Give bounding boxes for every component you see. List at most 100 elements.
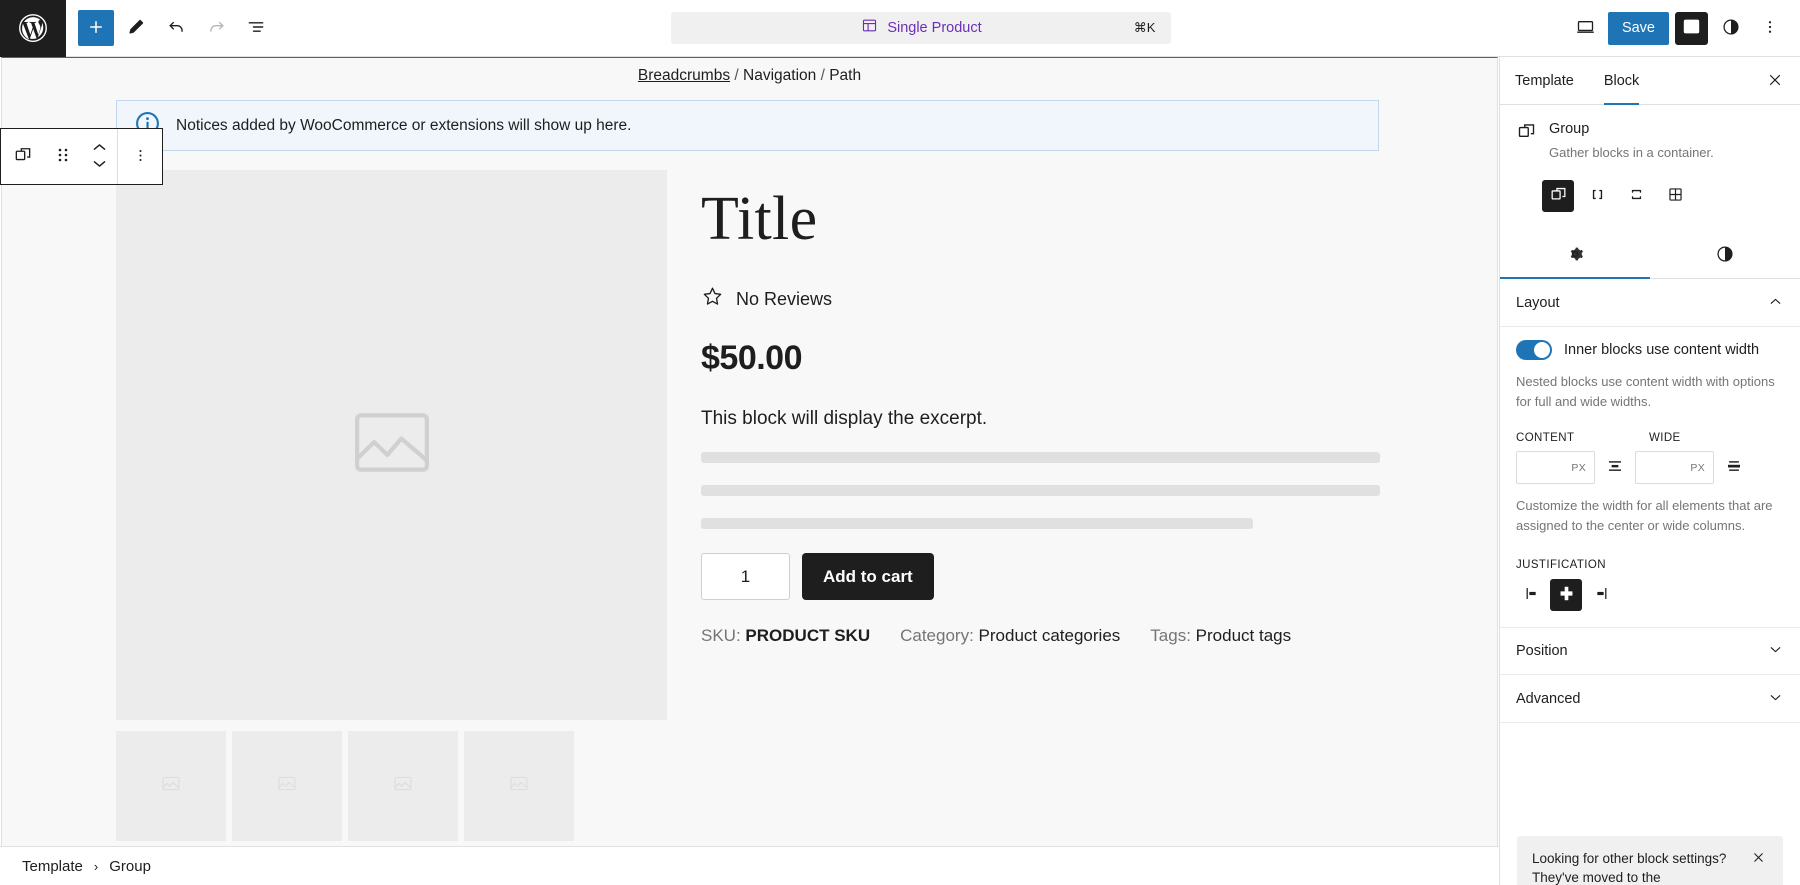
layout-panel-title: Layout <box>1516 294 1560 311</box>
tip-text: Looking for other block settings? They'v… <box>1532 850 1727 885</box>
block-card-title: Group <box>1549 121 1590 137</box>
settings-subtab[interactable] <box>1500 233 1650 280</box>
chevron-down-icon <box>1767 689 1784 709</box>
product-gallery <box>116 170 667 841</box>
device-preview-button[interactable] <box>1569 12 1602 45</box>
desktop-icon <box>1575 16 1596 40</box>
product-thumbnail[interactable] <box>116 731 226 841</box>
quantity-input[interactable] <box>701 553 790 601</box>
content-width-align-button[interactable] <box>1602 453 1628 483</box>
save-button[interactable]: Save <box>1607 11 1669 45</box>
breadcrumbs-block[interactable]: Breadcrumbs / Navigation / Path <box>2 67 1497 85</box>
breadcrumb-link[interactable]: Breadcrumbs <box>638 67 730 84</box>
justify-center-button[interactable] <box>1550 579 1582 612</box>
block-toolbar <box>0 128 163 185</box>
row-layout-icon <box>1588 185 1607 207</box>
variation-group-button[interactable] <box>1542 180 1574 213</box>
product-thumbnail[interactable] <box>348 731 458 841</box>
justify-left-button[interactable] <box>1516 579 1548 611</box>
tab-block[interactable]: Block <box>1589 57 1654 105</box>
styles-contrast-icon <box>1715 244 1735 267</box>
category-value: Product categories <box>978 626 1121 646</box>
settings-sidebar-toggle[interactable] <box>1675 11 1708 45</box>
breadcrumb-item-navigation[interactable]: Navigation <box>743 67 816 84</box>
product-meta: SKU: PRODUCT SKU Category: Product categ… <box>701 626 1386 646</box>
product-main-image[interactable] <box>116 170 667 720</box>
add-block-button[interactable] <box>78 10 114 46</box>
product-excerpt[interactable]: This block will display the excerpt. <box>701 408 1386 430</box>
breadcrumb-template[interactable]: Template <box>22 858 83 875</box>
product-thumbnail[interactable] <box>464 731 574 841</box>
star-outline-icon <box>701 285 724 313</box>
more-options-button[interactable] <box>1753 12 1786 45</box>
product-tags: Tags: Product tags <box>1150 626 1291 646</box>
product-thumbnail[interactable] <box>232 731 342 841</box>
chevron-down-icon <box>1767 641 1784 661</box>
editor-canvas: Breadcrumbs / Navigation / Path Notices … <box>0 57 1499 885</box>
add-to-cart-button[interactable]: Add to cart <box>802 553 934 601</box>
inner-blocks-toggle-label: Inner blocks use content width <box>1564 342 1760 359</box>
product-sku: SKU: PRODUCT SKU <box>701 626 870 646</box>
product-thumbnails <box>116 731 667 841</box>
styles-button[interactable] <box>1714 12 1747 45</box>
move-down-button[interactable] <box>91 157 108 172</box>
drag-handle-button[interactable] <box>45 129 81 184</box>
wordpress-logo-button[interactable] <box>0 0 66 57</box>
tab-template[interactable]: Template <box>1500 57 1589 104</box>
sidebar-panel-icon <box>1681 16 1702 40</box>
product-title[interactable]: Title <box>701 186 1386 252</box>
dismiss-tip-button[interactable] <box>1748 849 1768 869</box>
product-rating[interactable]: No Reviews <box>701 285 1386 313</box>
wide-width-align-button[interactable] <box>1721 453 1747 483</box>
inner-blocks-toggle[interactable] <box>1516 340 1552 361</box>
breadcrumb-group[interactable]: Group <box>109 858 151 875</box>
breadcrumb-separator: / <box>820 67 825 84</box>
content-width-input[interactable]: PX <box>1516 451 1595 485</box>
breadcrumb-item-path[interactable]: Path <box>829 67 861 84</box>
editor-top-bar: Single Product ⌘K Save <box>0 0 1800 57</box>
group-block-icon <box>1516 121 1537 162</box>
top-bar-left-tools <box>66 10 274 46</box>
sku-label: SKU: <box>701 626 741 646</box>
three-dots-vertical-icon <box>132 147 149 167</box>
layout-panel-body: Inner blocks use content width Nested bl… <box>1500 327 1800 627</box>
layout-panel-header[interactable]: Layout <box>1500 279 1800 328</box>
document-breadcrumb-bar: Template › Group <box>0 846 1499 885</box>
product-price[interactable]: $50.00 <box>701 339 1386 378</box>
image-placeholder-icon <box>508 773 530 799</box>
block-options-button[interactable] <box>118 129 162 184</box>
undo-button[interactable] <box>158 10 194 46</box>
justify-right-button[interactable] <box>1584 579 1616 611</box>
breadcrumb-separator: / <box>734 67 739 84</box>
align-wide-icon <box>1725 457 1743 478</box>
wordpress-logo-icon <box>18 13 48 43</box>
content-width-unit: PX <box>1571 461 1586 474</box>
redo-arrow-icon <box>207 17 226 39</box>
edit-mode-button[interactable] <box>118 10 154 46</box>
pencil-icon <box>127 17 146 39</box>
styles-subtab[interactable] <box>1650 233 1800 278</box>
add-to-cart-form: Add to cart <box>701 553 1386 601</box>
store-notices-block[interactable]: Notices added by WooCommerce or extensio… <box>116 100 1379 151</box>
close-x-icon <box>1751 850 1766 868</box>
stack-layout-icon <box>1627 185 1646 207</box>
variation-grid-button[interactable] <box>1659 180 1691 212</box>
block-card: Group Gather blocks in a container. <box>1500 105 1800 162</box>
top-bar-right-tools: Save <box>1569 11 1800 45</box>
block-card-description: Gather blocks in a container. <box>1549 145 1714 160</box>
variation-stack-button[interactable] <box>1620 180 1652 212</box>
redo-button[interactable] <box>198 10 234 46</box>
command-bar-button[interactable]: Single Product ⌘K <box>671 12 1172 44</box>
three-dots-vertical-icon <box>1761 18 1779 39</box>
close-sidebar-button[interactable] <box>1758 64 1792 98</box>
move-up-button[interactable] <box>91 141 108 156</box>
advanced-panel-header[interactable]: Advanced <box>1500 675 1800 724</box>
list-view-button[interactable] <box>238 10 274 46</box>
wide-width-input[interactable]: PX <box>1635 451 1714 485</box>
block-type-button[interactable] <box>1 129 45 184</box>
chevron-up-icon <box>91 141 108 156</box>
wide-width-label: WIDE <box>1649 432 1681 445</box>
position-panel-header[interactable]: Position <box>1500 627 1800 676</box>
chevron-down-icon <box>91 157 108 172</box>
variation-row-button[interactable] <box>1581 180 1613 212</box>
